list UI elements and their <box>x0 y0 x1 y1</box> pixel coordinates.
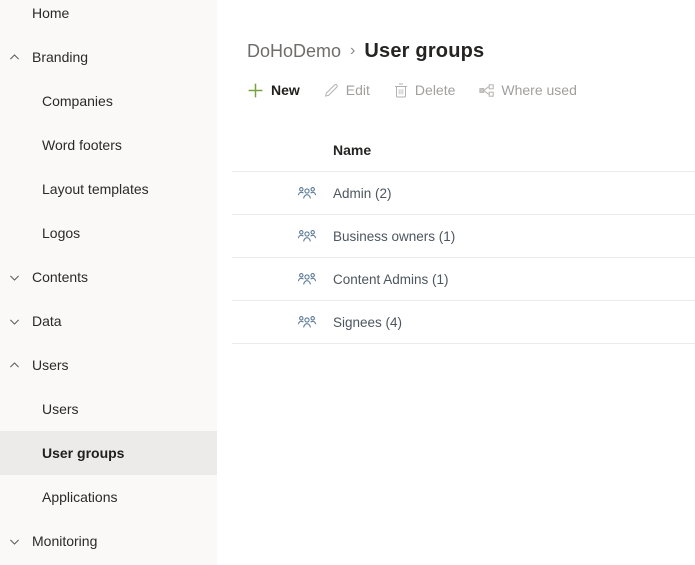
sidebar-nav: Home Branding Companies Word footers Lay… <box>0 0 217 563</box>
command-bar: New Edit Delete <box>247 78 695 102</box>
sidebar: Home Branding Companies Word footers Lay… <box>0 0 217 565</box>
sidebar-item-label: Layout templates <box>42 181 149 197</box>
column-header-name[interactable]: Name <box>333 142 371 158</box>
sidebar-item-companies[interactable]: Companies <box>0 79 217 123</box>
edit-button-label: Edit <box>346 82 370 98</box>
sidebar-item-label: Users <box>42 401 79 417</box>
chevron-down-icon <box>8 271 20 283</box>
group-icon <box>232 185 333 201</box>
table-row[interactable]: Admin (2) <box>232 172 695 215</box>
sidebar-item-label: Companies <box>42 93 113 109</box>
new-button-label: New <box>271 82 300 98</box>
group-icon <box>232 314 333 330</box>
sidebar-item-layout-templates[interactable]: Layout templates <box>0 167 217 211</box>
app-window: Home Branding Companies Word footers Lay… <box>0 0 695 565</box>
delete-button-label: Delete <box>415 82 455 98</box>
table-row[interactable]: Business owners (1) <box>232 215 695 258</box>
table-header: Name <box>232 128 695 172</box>
chevron-down-icon <box>8 535 20 547</box>
trash-icon <box>394 83 408 98</box>
where-used-button[interactable]: Where used <box>479 82 576 98</box>
edit-button[interactable]: Edit <box>324 82 370 98</box>
sidebar-item-data[interactable]: Data <box>0 299 217 343</box>
main-content: DoHoDemo › User groups New Edit <box>217 0 695 565</box>
group-icon <box>232 271 333 287</box>
page-title: User groups <box>364 40 484 63</box>
user-groups-table: Name Admin (2) <box>232 128 695 344</box>
group-name: Content Admins (1) <box>333 272 449 287</box>
sidebar-item-applications[interactable]: Applications <box>0 475 217 519</box>
sidebar-item-label: Branding <box>32 49 88 65</box>
sidebar-item-label: Users <box>32 357 69 373</box>
where-used-button-label: Where used <box>501 82 576 98</box>
where-used-icon <box>479 84 494 97</box>
sidebar-item-users-sub[interactable]: Users <box>0 387 217 431</box>
group-name: Admin (2) <box>333 186 392 201</box>
sidebar-item-home[interactable]: Home <box>0 0 217 35</box>
sidebar-item-label: Home <box>32 5 69 21</box>
delete-button[interactable]: Delete <box>394 82 455 98</box>
table-row[interactable]: Content Admins (1) <box>232 258 695 301</box>
breadcrumb-parent[interactable]: DoHoDemo <box>247 41 341 62</box>
table-row[interactable]: Signees (4) <box>232 301 695 344</box>
sidebar-item-contents[interactable]: Contents <box>0 255 217 299</box>
breadcrumb-separator-icon: › <box>350 42 355 60</box>
breadcrumb: DoHoDemo › User groups <box>247 36 695 66</box>
sidebar-item-label: Monitoring <box>32 533 97 549</box>
sidebar-item-user-groups[interactable]: User groups <box>0 431 217 475</box>
group-icon <box>232 228 333 244</box>
sidebar-item-label: Applications <box>42 489 118 505</box>
chevron-up-icon <box>8 51 20 63</box>
sidebar-item-label: Contents <box>32 269 88 285</box>
plus-icon <box>247 82 264 99</box>
sidebar-item-logos[interactable]: Logos <box>0 211 217 255</box>
sidebar-item-monitoring[interactable]: Monitoring <box>0 519 217 563</box>
sidebar-item-users[interactable]: Users <box>0 343 217 387</box>
sidebar-item-label: Logos <box>42 225 80 241</box>
chevron-down-icon <box>8 315 20 327</box>
chevron-up-icon <box>8 359 20 371</box>
pencil-icon <box>324 83 339 98</box>
group-name: Signees (4) <box>333 315 402 330</box>
sidebar-item-branding[interactable]: Branding <box>0 35 217 79</box>
sidebar-item-word-footers[interactable]: Word footers <box>0 123 217 167</box>
sidebar-item-label: Word footers <box>42 137 122 153</box>
new-button[interactable]: New <box>247 82 300 99</box>
sidebar-item-label: Data <box>32 313 62 329</box>
group-name: Business owners (1) <box>333 229 455 244</box>
sidebar-item-label: User groups <box>42 445 124 461</box>
